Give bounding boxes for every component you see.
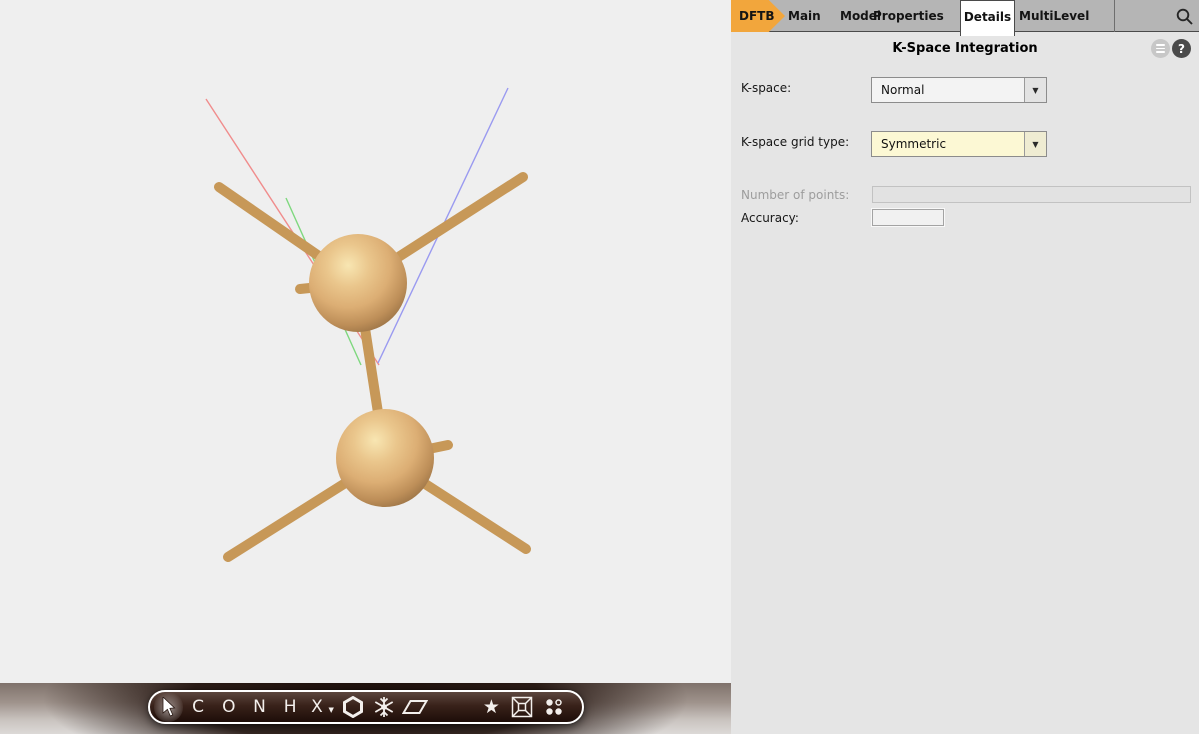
snowflake-icon [373,696,395,718]
kspace-label: K-space: [741,81,791,95]
ring-tool-button[interactable] [338,692,369,722]
settings-panel: DFTB Main Model Properties Details Multi… [731,0,1199,734]
select-tool-button[interactable] [154,692,183,722]
star-tool-button[interactable]: ★ [476,692,507,722]
accuracy-label: Accuracy: [741,211,799,225]
page-title: K-Space Integration [731,41,1199,56]
molecule-viewport[interactable]: C O N H X ▼ [0,0,731,734]
element-oxygen-button[interactable]: O [213,692,244,722]
panel-tab-bar: DFTB Main Model Properties Details Multi… [731,0,1199,32]
number-of-points-label: Number of points: [741,188,849,202]
element-hydrogen-button[interactable]: H [275,692,306,722]
hamburger-icon [1156,44,1165,46]
parallelogram-icon [402,698,428,716]
kspace-dropdown-button[interactable]: ▼ [1024,78,1046,102]
tab-details[interactable]: Details [960,0,1015,36]
perspective-box-button[interactable] [507,692,538,722]
element-carbon-button[interactable]: C [183,692,214,722]
kspace-grid-type-dropdown-button[interactable]: ▼ [1024,132,1046,156]
search-button[interactable] [1175,7,1194,26]
search-icon [1175,11,1194,30]
tab-separator [1114,0,1115,32]
element-x-button[interactable]: X [305,692,328,722]
element-picker-arrow-icon[interactable]: ▼ [328,706,338,714]
draw-toolbar: C O N H X ▼ [148,690,584,724]
kspace-grid-type-value: Symmetric [872,132,1024,156]
help-button[interactable]: ? [1172,39,1191,58]
chevron-down-icon: ▼ [1032,140,1038,149]
dots-grid-icon [543,696,565,718]
number-of-points-input [872,186,1191,203]
tab-dftb[interactable]: DFTB [731,0,785,32]
kspace-grid-type-dropdown[interactable]: Symmetric ▼ [871,131,1047,157]
freeze-tool-button[interactable] [369,692,400,722]
tab-multilevel[interactable]: MultiLevel [1019,0,1089,32]
cursor-icon [161,697,176,717]
atom[interactable] [336,409,434,507]
accuracy-input[interactable] [872,209,944,226]
tab-main[interactable]: Main [788,0,821,32]
kspace-value: Normal [872,78,1024,102]
molecule-canvas[interactable] [0,0,731,734]
kspace-dropdown[interactable]: Normal ▼ [871,77,1047,103]
tab-properties[interactable]: Properties [873,0,944,32]
app-window: C O N H X ▼ [0,0,1199,734]
panel-menu-button[interactable] [1151,39,1170,58]
element-nitrogen-button[interactable]: N [244,692,275,722]
hexagon-icon [342,696,364,718]
perspective-box-icon [510,695,534,719]
chevron-down-icon: ▼ [1032,86,1038,95]
dots-grid-button[interactable] [537,692,570,722]
kspace-grid-type-label: K-space grid type: [741,135,849,149]
atom[interactable] [309,234,407,332]
plane-tool-button[interactable] [399,692,430,722]
